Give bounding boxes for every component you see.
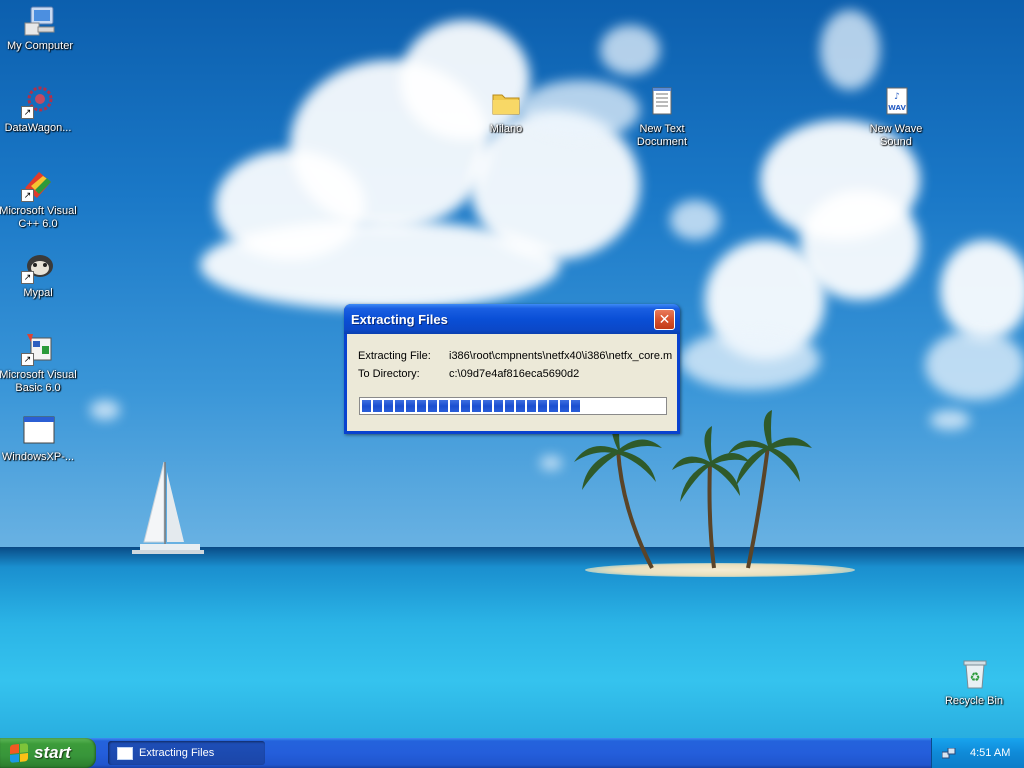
cloud xyxy=(820,10,880,90)
dialog-titlebar[interactable]: Extracting Files ✕ xyxy=(344,304,680,334)
visual-basic-icon: ↗ xyxy=(21,332,55,366)
desktop-icon-datawagon[interactable]: ↗ DataWagon... xyxy=(0,85,78,135)
clock[interactable]: 4:51 AM xyxy=(970,747,1010,759)
mypal-icon: ↗ xyxy=(21,250,55,284)
close-button[interactable]: ✕ xyxy=(654,309,675,330)
cloud xyxy=(670,200,720,240)
window-icon xyxy=(21,414,55,448)
desktop-icon-my-computer[interactable]: My Computer xyxy=(0,3,80,53)
cloud xyxy=(925,330,1024,400)
cloud xyxy=(540,456,562,470)
desktop-icon-label: New Text Document xyxy=(636,123,688,148)
desktop-icon-visual-cpp[interactable]: ↗ Microsoft Visual C++ 6.0 xyxy=(0,168,78,231)
desktop-icon-label: Microsoft Visual C++ 6.0 xyxy=(0,205,77,230)
svg-text:WAV: WAV xyxy=(888,104,906,112)
system-tray: 4:51 AM xyxy=(931,738,1024,768)
wav-file-icon: ♪ WAV xyxy=(879,86,913,120)
datawagon-icon: ↗ xyxy=(21,85,55,119)
sailboat xyxy=(132,461,204,554)
cloud xyxy=(930,410,970,430)
recycle-bin-icon: ♻ xyxy=(957,658,991,692)
svg-text:♪: ♪ xyxy=(894,92,900,102)
desktop-icon-label: Recycle Bin xyxy=(944,695,1004,707)
desktop-icon-label: My Computer xyxy=(6,40,74,52)
palm-trees xyxy=(574,410,812,569)
visual-cpp-icon: ↗ xyxy=(21,168,55,202)
progress-block xyxy=(428,400,437,412)
desktop-icon-recycle-bin[interactable]: ♻ Recycle Bin xyxy=(934,658,1014,708)
desktop-icon-visual-basic[interactable]: ↗ Microsoft Visual Basic 6.0 xyxy=(0,332,78,395)
progress-fill xyxy=(362,400,580,412)
desktop-icon-mypal[interactable]: ↗ Mypal xyxy=(0,250,78,300)
shortcut-arrow-icon: ↗ xyxy=(21,353,34,366)
start-label: start xyxy=(34,743,71,762)
desktop-icon-label: DataWagon... xyxy=(4,122,72,134)
to-directory-value: c:\09d7e4af816eca5690d2 xyxy=(449,368,580,380)
cloud xyxy=(600,25,660,75)
extracting-file-value: i386\root\cmpnents\netfx40\i386\netfx_co… xyxy=(449,350,673,362)
start-button[interactable]: start xyxy=(0,738,96,768)
window-icon xyxy=(117,746,133,760)
progress-block xyxy=(384,400,393,412)
progress-block xyxy=(516,400,525,412)
desktop-icon-windowsxp[interactable]: WindowsXP-... xyxy=(0,414,78,464)
progress-block xyxy=(472,400,481,412)
to-directory-label: To Directory: xyxy=(358,368,420,380)
desktop-icon-label: Milano xyxy=(489,123,523,135)
desktop-icon-label: WindowsXP-... xyxy=(1,451,75,463)
extracting-files-dialog: Extracting Files ✕ Extracting File: i386… xyxy=(344,304,680,434)
taskbar: start Extracting Files 4:51 AM xyxy=(0,738,1024,768)
progress-block xyxy=(362,400,371,412)
close-icon: ✕ xyxy=(658,311,671,327)
extracting-file-label: Extracting File: xyxy=(358,350,431,362)
cloud xyxy=(940,240,1024,340)
desktop-icon-label: Microsoft Visual Basic 6.0 xyxy=(0,369,77,394)
progress-block xyxy=(549,400,558,412)
desktop-icon-new-wave-sound[interactable]: ♪ WAV New Wave Sound xyxy=(856,86,936,149)
taskbar-button-label: Extracting Files xyxy=(139,747,215,759)
folder-icon xyxy=(489,86,523,120)
progress-block xyxy=(527,400,536,412)
shortcut-arrow-icon: ↗ xyxy=(21,106,34,119)
progress-block xyxy=(505,400,514,412)
cloud xyxy=(90,400,120,420)
cloud xyxy=(200,220,560,310)
shortcut-arrow-icon: ↗ xyxy=(21,271,34,284)
cloud xyxy=(680,330,820,390)
dialog-body: Extracting File: i386\root\cmpnents\netf… xyxy=(347,334,677,431)
windows-logo-icon xyxy=(10,743,28,763)
desktop-icon-label: Mypal xyxy=(23,287,53,299)
taskbar-button-extracting-files[interactable]: Extracting Files xyxy=(108,741,265,765)
progress-block xyxy=(494,400,503,412)
progress-block xyxy=(461,400,470,412)
text-document-icon xyxy=(645,86,679,120)
progress-block xyxy=(571,400,580,412)
svg-text:♻: ♻ xyxy=(970,670,981,684)
progress-block xyxy=(417,400,426,412)
progress-block xyxy=(560,400,569,412)
progress-block xyxy=(373,400,382,412)
desktop-icon-new-text-document[interactable]: New Text Document xyxy=(622,86,702,149)
progress-block xyxy=(439,400,448,412)
progress-block xyxy=(395,400,404,412)
progress-bar xyxy=(359,397,667,415)
progress-block xyxy=(450,400,459,412)
computer-icon xyxy=(23,3,57,37)
sea xyxy=(0,548,1024,738)
network-icon[interactable] xyxy=(941,747,956,759)
desktop-icon-milano[interactable]: Milano xyxy=(466,86,546,136)
dialog-title: Extracting Files xyxy=(351,312,448,327)
progress-block xyxy=(406,400,415,412)
shortcut-arrow-icon: ↗ xyxy=(21,189,34,202)
progress-block xyxy=(483,400,492,412)
progress-block xyxy=(538,400,547,412)
desktop-icon-label: New Wave Sound xyxy=(869,123,923,148)
